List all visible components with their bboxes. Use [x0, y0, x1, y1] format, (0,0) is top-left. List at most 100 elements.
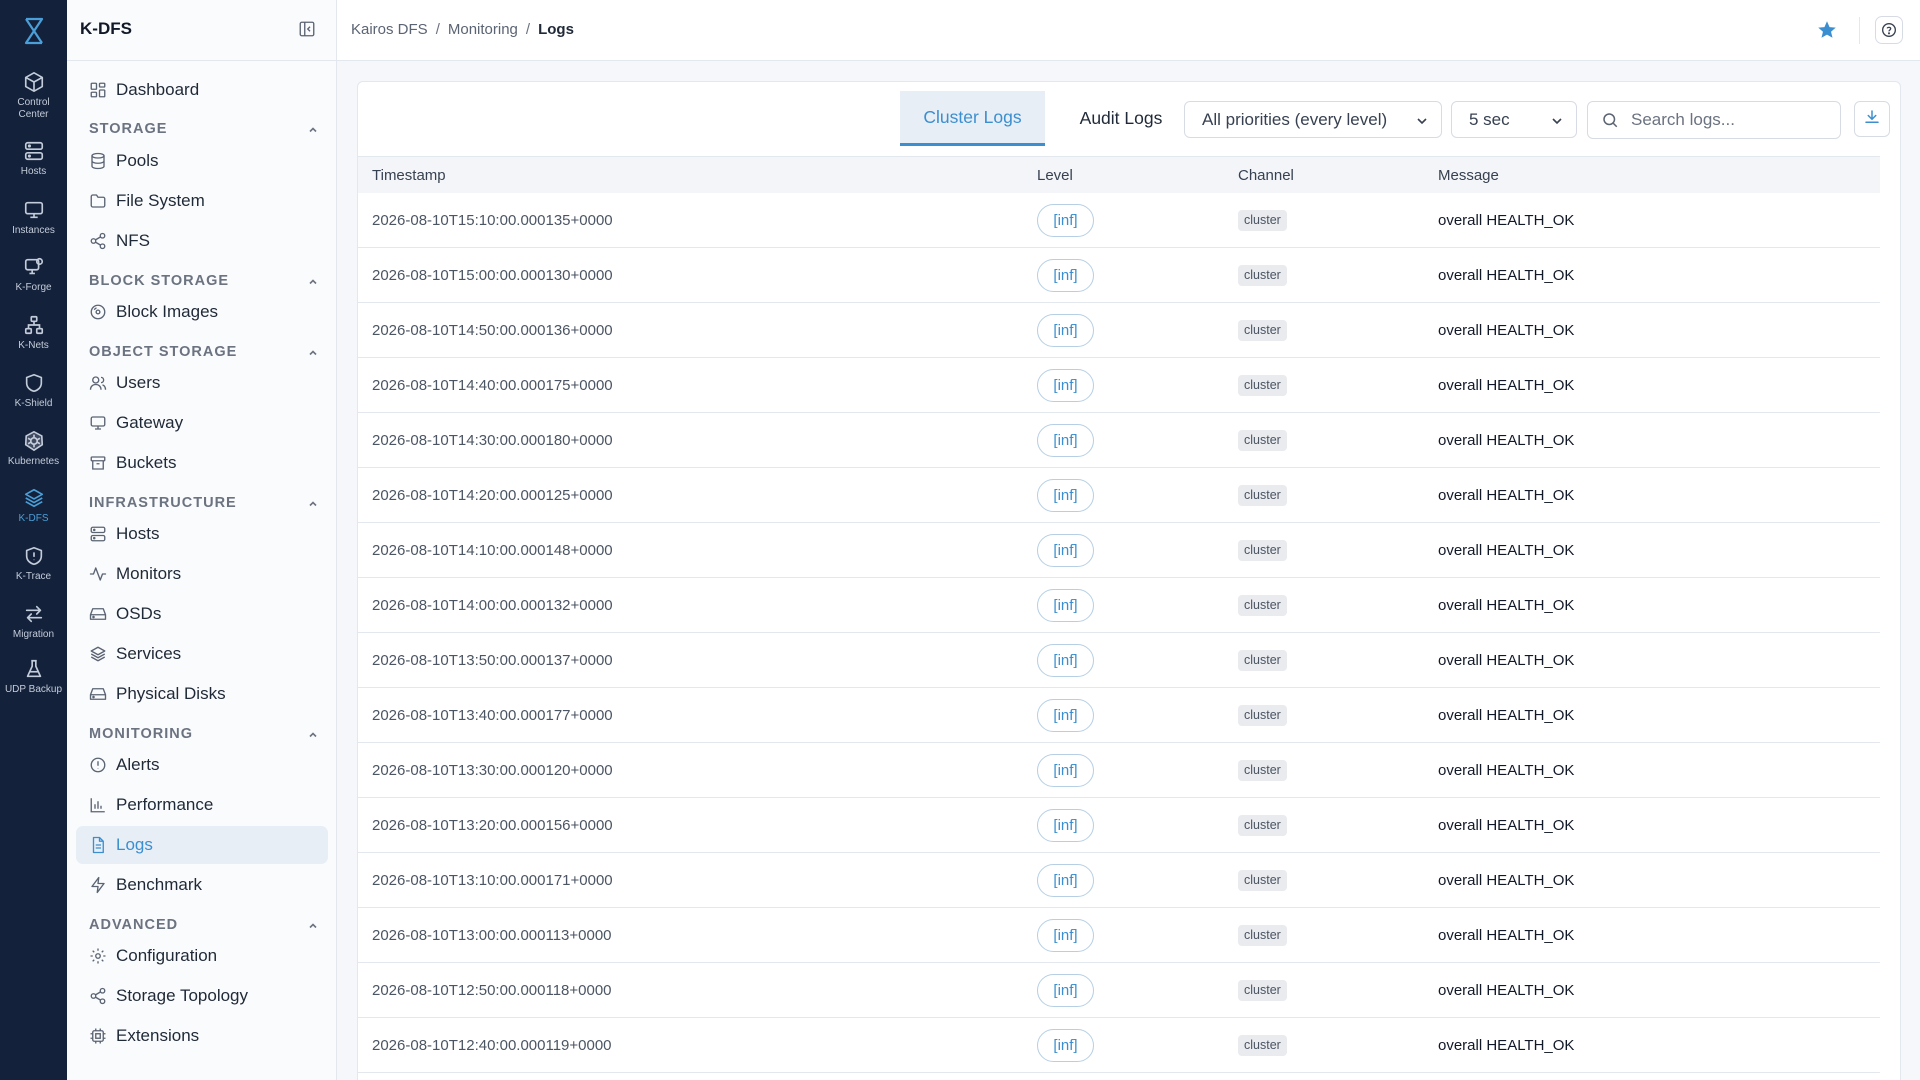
log-timestamp: 2026-08-10T14:50:00.000136+0000: [372, 322, 613, 339]
rail-label: K-Nets: [18, 340, 49, 351]
log-message: overall HEALTH_OK: [1438, 597, 1575, 614]
rail-item-control-center[interactable]: Control Center: [0, 71, 67, 121]
tab-cluster-logs[interactable]: Cluster Logs: [900, 91, 1045, 146]
table-row[interactable]: 2026-08-10T14:40:00.000175+0000 [inf] clus…: [358, 358, 1880, 413]
sidebar-item-services[interactable]: Services: [76, 635, 328, 673]
sidebar-item-osds[interactable]: OSDs: [76, 595, 328, 633]
sidebar-item-label: Performance: [116, 795, 214, 814]
table-row[interactable]: 2026-08-10T12:40:00.000119+0000 [inf] clus…: [358, 1018, 1880, 1073]
table-row[interactable]: 2026-08-10T15:10:00.000135+0000 [inf] clus…: [358, 193, 1880, 248]
search-icon: [1601, 111, 1619, 129]
section-label: ADVANCED: [89, 917, 179, 933]
rail-item-k-dfs[interactable]: K-DFS: [0, 487, 67, 525]
log-channel-cell: cluster: [1238, 468, 1287, 523]
table-row[interactable]: 2026-08-10T14:10:00.000148+0000 [inf] clus…: [358, 523, 1880, 578]
favorite-star-icon[interactable]: [1816, 19, 1838, 41]
sidebar-item-buckets[interactable]: Buckets: [76, 444, 328, 482]
search-input[interactable]: [1631, 110, 1831, 130]
sidebar-item-configuration[interactable]: Configuration: [76, 937, 328, 975]
help-icon[interactable]: [1875, 16, 1903, 44]
section-block-storage[interactable]: BLOCK STORAGE: [89, 271, 319, 291]
rail-label: K-Trace: [15, 571, 52, 582]
sidebar-item-dashboard[interactable]: Dashboard: [76, 71, 328, 109]
sidebar-item-extensions[interactable]: Extensions: [76, 1017, 328, 1055]
sidebar-item-nfs[interactable]: NFS: [76, 222, 328, 260]
sidebar-item-block-images[interactable]: Block Images: [76, 293, 328, 331]
table-row[interactable]: 2026-08-10T14:00:00.000132+0000 [inf] clus…: [358, 578, 1880, 633]
breadcrumb-item[interactable]: Kairos DFS: [351, 21, 428, 38]
rail-item-k-shield[interactable]: K-Shield: [0, 372, 67, 410]
sidebar-item-benchmark[interactable]: Benchmark: [76, 866, 328, 904]
rail-label: Kubernetes: [7, 456, 60, 467]
section-advanced[interactable]: ADVANCED: [89, 915, 319, 935]
sidebar-item-storage-topology[interactable]: Storage Topology: [76, 977, 328, 1015]
section-infrastructure[interactable]: INFRASTRUCTURE: [89, 493, 319, 513]
log-message: overall HEALTH_OK: [1438, 432, 1575, 449]
log-timestamp: 2026-08-10T12:40:00.000119+0000: [372, 1037, 612, 1054]
app-logo-icon[interactable]: [0, 14, 67, 48]
table-row[interactable]: 2026-08-10T14:30:00.000180+0000 [inf] clus…: [358, 413, 1880, 468]
download-button[interactable]: [1854, 101, 1890, 137]
priority-select-value: All priorities (every level): [1202, 109, 1388, 129]
log-channel-badge: cluster: [1238, 1035, 1287, 1056]
rail-label: K-Forge: [15, 282, 52, 293]
breadcrumb-current: Logs: [538, 21, 574, 38]
sidebar-item-users[interactable]: Users: [76, 364, 328, 402]
table-row[interactable]: 2026-08-10T13:30:00.000120+0000 [inf] clus…: [358, 743, 1880, 798]
log-channel-cell: cluster: [1238, 248, 1287, 303]
rail-item-k-trace[interactable]: K-Trace: [0, 545, 67, 583]
table-row[interactable]: 2026-08-10T13:10:00.000171+0000 [inf] clus…: [358, 853, 1880, 908]
rail-item-hosts[interactable]: Hosts: [0, 140, 67, 178]
table-row[interactable]: 2026-08-10T13:20:00.000156+0000 [inf] clus…: [358, 798, 1880, 853]
table-row[interactable]: 2026-08-10T14:50:00.000136+0000 [inf] clus…: [358, 303, 1880, 358]
section-object-storage[interactable]: OBJECT STORAGE: [89, 342, 319, 362]
sidebar-item-label: Physical Disks: [116, 684, 226, 703]
chevron-up-icon: [307, 275, 319, 287]
section-storage[interactable]: STORAGE: [89, 119, 319, 139]
log-channel-cell: cluster: [1238, 523, 1287, 578]
log-channel-badge: cluster: [1238, 540, 1287, 561]
table-row[interactable]: 2026-08-10T15:00:00.000130+0000 [inf] clus…: [358, 248, 1880, 303]
chevron-down-icon: [1415, 113, 1429, 127]
rail-item-k-nets[interactable]: K-Nets: [0, 314, 67, 352]
log-level-cell: [inf]: [1037, 963, 1094, 1018]
table-row[interactable]: 2026-08-10T13:50:00.000137+0000 [inf] clus…: [358, 633, 1880, 688]
sidebar-item-file-system[interactable]: File System: [76, 182, 328, 220]
rail-item-udp-backup[interactable]: UDP Backup: [0, 658, 67, 696]
sidebar-item-alerts[interactable]: Alerts: [76, 746, 328, 784]
log-timestamp: 2026-08-10T13:10:00.000171+0000: [372, 872, 613, 889]
rail-item-k-forge[interactable]: K-Forge: [0, 256, 67, 294]
log-channel-badge: cluster: [1238, 925, 1287, 946]
log-level-badge: [inf]: [1037, 369, 1094, 402]
rail-label: UDP Backup: [4, 684, 63, 695]
forge-icon: [23, 256, 45, 278]
logs-card: Cluster Logs Audit Logs All priorities (…: [357, 81, 1901, 1080]
sidebar-item-label: Monitors: [116, 564, 182, 583]
table-row[interactable]: 2026-08-10T13:40:00.000177+0000 [inf] clus…: [358, 688, 1880, 743]
sidebar-item-pools[interactable]: Pools: [76, 142, 328, 180]
rail-item-migration[interactable]: Migration: [0, 603, 67, 641]
sidebar-item-physical-disks[interactable]: Physical Disks: [76, 675, 328, 713]
sidebar-item-logs[interactable]: Logs: [76, 826, 328, 864]
section-monitoring[interactable]: MONITORING: [89, 724, 319, 744]
sidebar-item-hosts[interactable]: Hosts: [76, 515, 328, 553]
breadcrumb-item[interactable]: Monitoring: [448, 21, 518, 38]
log-channel-cell: cluster: [1238, 908, 1287, 963]
sidebar-item-gateway[interactable]: Gateway: [76, 404, 328, 442]
tab-audit-logs[interactable]: Audit Logs: [1055, 91, 1187, 146]
rail-label: K-Shield: [14, 398, 53, 409]
table-row[interactable]: 2026-08-10T13:00:00.000113+0000 [inf] clus…: [358, 908, 1880, 963]
table-row[interactable]: 2026-08-10T12:50:00.000118+0000 [inf] clus…: [358, 963, 1880, 1018]
sidebar-item-performance[interactable]: Performance: [76, 786, 328, 824]
log-level-badge: [inf]: [1037, 974, 1094, 1007]
rail-item-instances[interactable]: Instances: [0, 199, 67, 237]
priority-select[interactable]: All priorities (every level): [1184, 101, 1442, 138]
log-level-badge: [inf]: [1037, 589, 1094, 622]
sidebar-collapse-icon[interactable]: [298, 20, 316, 38]
rail-item-kubernetes[interactable]: Kubernetes: [0, 430, 67, 468]
chevron-up-icon: [307, 346, 319, 358]
log-channel-badge: cluster: [1238, 210, 1287, 231]
refresh-interval-select[interactable]: 5 sec: [1451, 101, 1577, 138]
table-row[interactable]: 2026-08-10T14:20:00.000125+0000 [inf] clus…: [358, 468, 1880, 523]
sidebar-item-monitors[interactable]: Monitors: [76, 555, 328, 593]
